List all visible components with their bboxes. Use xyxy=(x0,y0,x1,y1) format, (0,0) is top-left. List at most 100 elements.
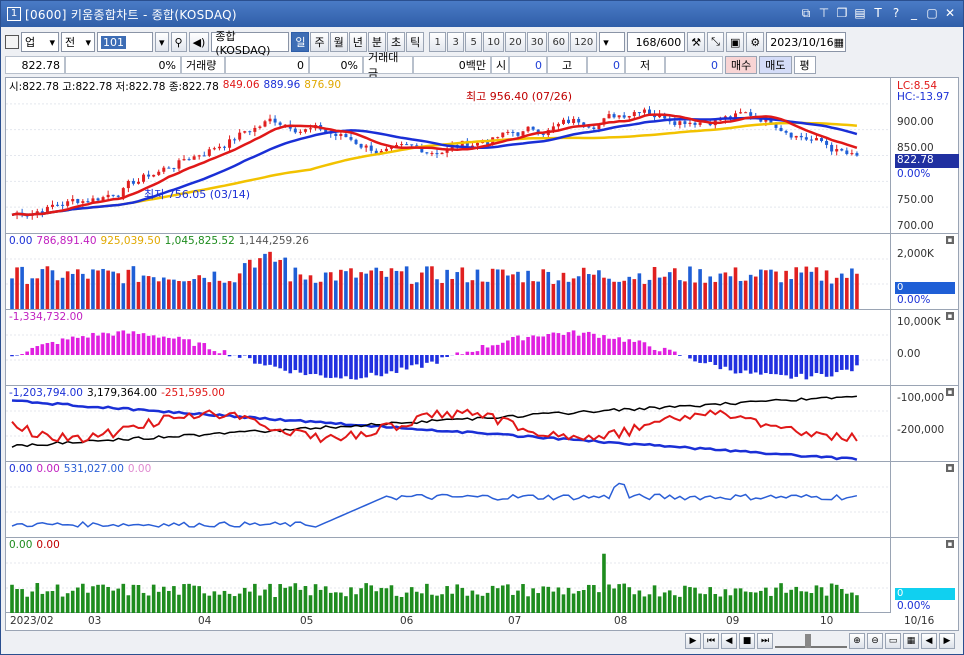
macd-panel[interactable]: -1,334,732.00 ▪ 10,000K 0.00 xyxy=(6,310,958,386)
price-candle xyxy=(298,131,302,133)
close-panel-icon[interactable]: ▪ xyxy=(946,388,954,396)
restore-icon[interactable]: ▢ xyxy=(925,5,939,21)
bar5-chart[interactable] xyxy=(6,538,890,613)
play-button[interactable]: ▶ xyxy=(685,633,701,649)
macd-chart[interactable] xyxy=(6,310,890,385)
layout-icon[interactable]: ▤ xyxy=(853,5,867,21)
price-chart[interactable] xyxy=(6,78,890,233)
chart-area[interactable]: 시:822.78 고:822.78 저:822.78 종:822.78 849.… xyxy=(5,77,959,614)
bar5-panel[interactable]: 0.00 0.00 ▪ 0 0.00% xyxy=(6,538,958,614)
line3-panel[interactable]: -1,203,794.00 3,179,364.00 -251,595.00 ▪… xyxy=(6,386,958,462)
fit-button[interactable]: ▭ xyxy=(885,633,901,649)
market-select[interactable]: 업 ▾ xyxy=(21,32,59,52)
sell-button[interactable]: 매도 xyxy=(759,56,792,74)
price-candle xyxy=(577,118,581,123)
bar5-bar xyxy=(430,594,434,613)
macd-bar xyxy=(764,355,768,374)
period-tab[interactable]: 월 xyxy=(329,32,348,52)
scroll-right-button[interactable]: ▶ xyxy=(939,633,955,649)
close-panel-icon[interactable]: ▪ xyxy=(946,540,954,548)
bar5-bar xyxy=(339,592,343,613)
font-icon[interactable]: T xyxy=(871,5,885,21)
code-dropdown-button[interactable]: ▾ xyxy=(155,32,169,52)
date-input[interactable]: 2023/10/16 ▦ xyxy=(766,32,847,52)
price-candle xyxy=(511,131,515,133)
code-input[interactable]: 101 xyxy=(97,32,153,52)
interval-button[interactable]: 3 xyxy=(447,32,465,52)
volume-bar xyxy=(187,280,191,309)
volume-bar xyxy=(460,267,465,309)
period-tab[interactable]: 일 xyxy=(291,32,310,52)
buy-button[interactable]: 매수 xyxy=(725,56,758,74)
interval-button[interactable]: 120 xyxy=(570,32,598,52)
close-panel-icon[interactable]: ▪ xyxy=(946,236,954,244)
volume-bar xyxy=(612,281,616,309)
interval-dropdown[interactable]: ▾ xyxy=(599,32,626,52)
help-icon[interactable]: ? xyxy=(889,5,903,21)
volume-bar xyxy=(440,282,444,309)
bar5-bar xyxy=(399,596,404,613)
price-candle xyxy=(384,148,388,152)
prev-select[interactable]: 전 ▾ xyxy=(61,32,95,52)
volume-bar xyxy=(738,280,743,309)
avg-button[interactable]: 평 xyxy=(793,56,816,74)
interval-button[interactable]: 30 xyxy=(526,32,548,52)
volume-bar xyxy=(622,280,627,309)
sound-button[interactable]: ◀) xyxy=(188,32,210,52)
amount-value: 0백만 xyxy=(413,56,491,74)
macd-bar xyxy=(399,355,404,368)
volume-bar xyxy=(328,272,333,309)
interval-button[interactable]: 5 xyxy=(465,32,483,52)
minimize-icon[interactable]: _ xyxy=(907,5,921,21)
prev-button[interactable]: ◀ xyxy=(721,633,737,649)
zoom-slider-handle[interactable] xyxy=(805,634,811,648)
copy-icon[interactable]: ❐ xyxy=(835,5,849,21)
last-button[interactable]: ⏭ xyxy=(757,633,773,649)
close-panel-icon[interactable]: ▪ xyxy=(946,464,954,472)
zoom-in-button[interactable]: ⊕ xyxy=(849,633,865,649)
interval-button[interactable]: 10 xyxy=(483,32,504,52)
macd-bar xyxy=(693,355,697,362)
bar5-bar xyxy=(617,584,621,613)
line4-panel[interactable]: 0.00 0.00 531,027.00 0.00 ▪ xyxy=(6,462,958,538)
volume-bar xyxy=(845,277,849,309)
grid-button[interactable]: ▦ xyxy=(903,633,919,649)
b5-current-tag: 0 xyxy=(895,588,955,600)
interval-button[interactable]: 20 xyxy=(504,32,526,52)
macd-bar xyxy=(156,337,161,355)
calendar-icon[interactable]: ▦ xyxy=(834,36,844,49)
settings-button[interactable]: ⚙ xyxy=(746,32,765,52)
bar5-bar xyxy=(161,586,166,613)
period-tab[interactable]: 주 xyxy=(310,32,329,52)
interval-button[interactable]: 1 xyxy=(429,32,447,52)
bar5-bar xyxy=(455,584,460,613)
first-button[interactable]: ⏮ xyxy=(703,633,719,649)
macd-bar xyxy=(172,338,176,355)
interval-button[interactable]: 60 xyxy=(548,32,570,52)
x-label: 10 xyxy=(820,615,834,627)
zoom-slider[interactable] xyxy=(775,634,847,648)
scroll-left-button[interactable]: ◀ xyxy=(921,633,937,649)
pin-icon[interactable]: ⊤ xyxy=(817,5,831,21)
bar5-bar xyxy=(526,596,530,613)
price-panel[interactable]: 시:822.78 고:822.78 저:822.78 종:822.78 849.… xyxy=(6,78,959,234)
bar5-bar xyxy=(283,587,288,613)
close-panel-icon[interactable]: ▪ xyxy=(946,312,954,320)
zoom-out-button[interactable]: ⊖ xyxy=(867,633,883,649)
volume-panel[interactable]: 0.00 786,891.40 925,039.50 1,045,825.52 … xyxy=(6,234,958,310)
bar5-bar xyxy=(571,593,576,613)
chart-tools-button[interactable]: ⚒ xyxy=(687,32,706,52)
period-tab[interactable]: 틱 xyxy=(406,32,425,52)
chart-menu-icon[interactable] xyxy=(5,35,19,49)
close-icon[interactable]: ✕ xyxy=(943,5,957,21)
search-button[interactable]: ⚲ xyxy=(170,32,187,52)
link-icon[interactable]: ⧉ xyxy=(799,5,813,21)
save-button[interactable]: ▣ xyxy=(725,32,745,52)
zoom-button[interactable]: ⤡ xyxy=(707,32,724,52)
stop-button[interactable]: ■ xyxy=(739,633,755,649)
amount-label: 거래대금 xyxy=(363,51,413,80)
count-display[interactable]: 168/600 xyxy=(627,32,686,52)
bar5-bar xyxy=(789,589,793,613)
volume-bar xyxy=(20,266,24,309)
period-tab[interactable]: 년 xyxy=(348,32,367,52)
